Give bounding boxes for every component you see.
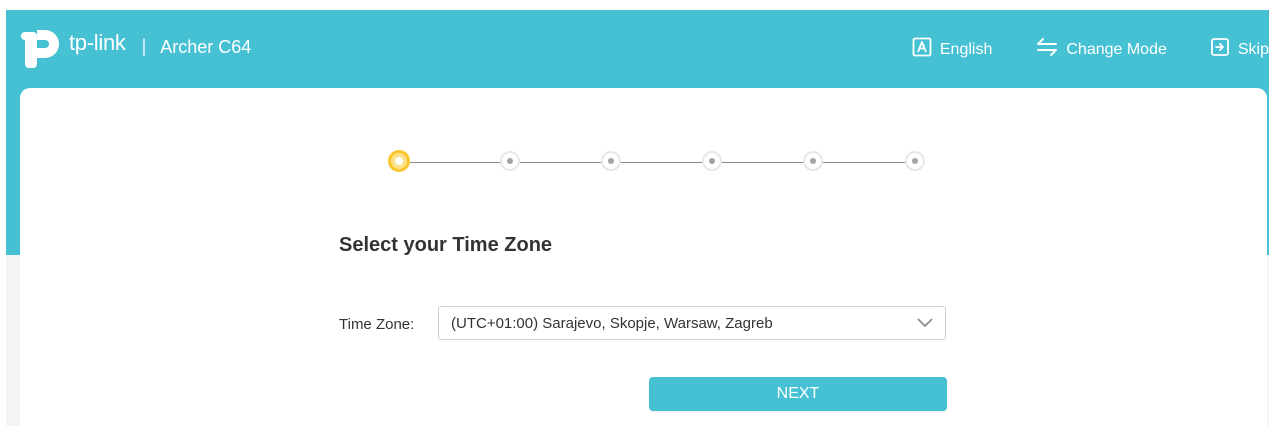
step-connector: [510, 162, 603, 163]
setup-wizard-page: tp-link | Archer C64 English Change Mode…: [0, 0, 1269, 426]
step-3-indicator: [601, 151, 621, 171]
skip-exit-icon: [1210, 37, 1230, 62]
language-label: English: [939, 40, 993, 58]
top-header: tp-link | Archer C64 English Change Mode…: [6, 10, 1269, 88]
top-border: [0, 0, 1269, 10]
step-connector: [611, 162, 704, 163]
time-zone-selected-value: (UTC+01:00) Sarajevo, Skopje, Warsaw, Za…: [451, 315, 773, 332]
step-4-indicator: [702, 151, 722, 171]
header-divider: |: [141, 35, 147, 56]
swap-arrows-icon: [1036, 38, 1058, 61]
wizard-card: Select your Time Zone Time Zone: (UTC+01…: [20, 88, 1267, 426]
brand-name: tp-link: [69, 30, 126, 55]
step-5-indicator: [803, 151, 823, 171]
tp-link-logo-icon: [21, 30, 59, 68]
step-2-indicator: [500, 151, 520, 171]
skip-label: Skip: [1237, 40, 1269, 58]
step-connector: [813, 162, 906, 163]
change-mode-button[interactable]: Change Mode: [1036, 38, 1167, 61]
next-button[interactable]: NEXT: [649, 377, 947, 411]
change-mode-label: Change Mode: [1066, 40, 1167, 58]
skip-button[interactable]: Skip: [1210, 37, 1269, 62]
language-a-icon: [912, 37, 932, 62]
time-zone-label: Time Zone:: [339, 316, 415, 333]
step-6-indicator: [905, 151, 925, 171]
step-connector: [712, 162, 805, 163]
chevron-down-icon: [917, 318, 933, 327]
page-title: Select your Time Zone: [339, 234, 553, 256]
time-zone-select[interactable]: (UTC+01:00) Sarajevo, Skopje, Warsaw, Za…: [438, 306, 946, 340]
header-actions: English Change Mode Skip: [912, 37, 1269, 62]
device-model: Archer C64: [160, 36, 252, 57]
progress-stepper: [388, 150, 925, 175]
brand-logo: tp-link | Archer C64: [19, 28, 251, 70]
language-button[interactable]: English: [912, 37, 992, 62]
step-1-indicator: [388, 150, 410, 172]
step-connector: [410, 162, 502, 163]
